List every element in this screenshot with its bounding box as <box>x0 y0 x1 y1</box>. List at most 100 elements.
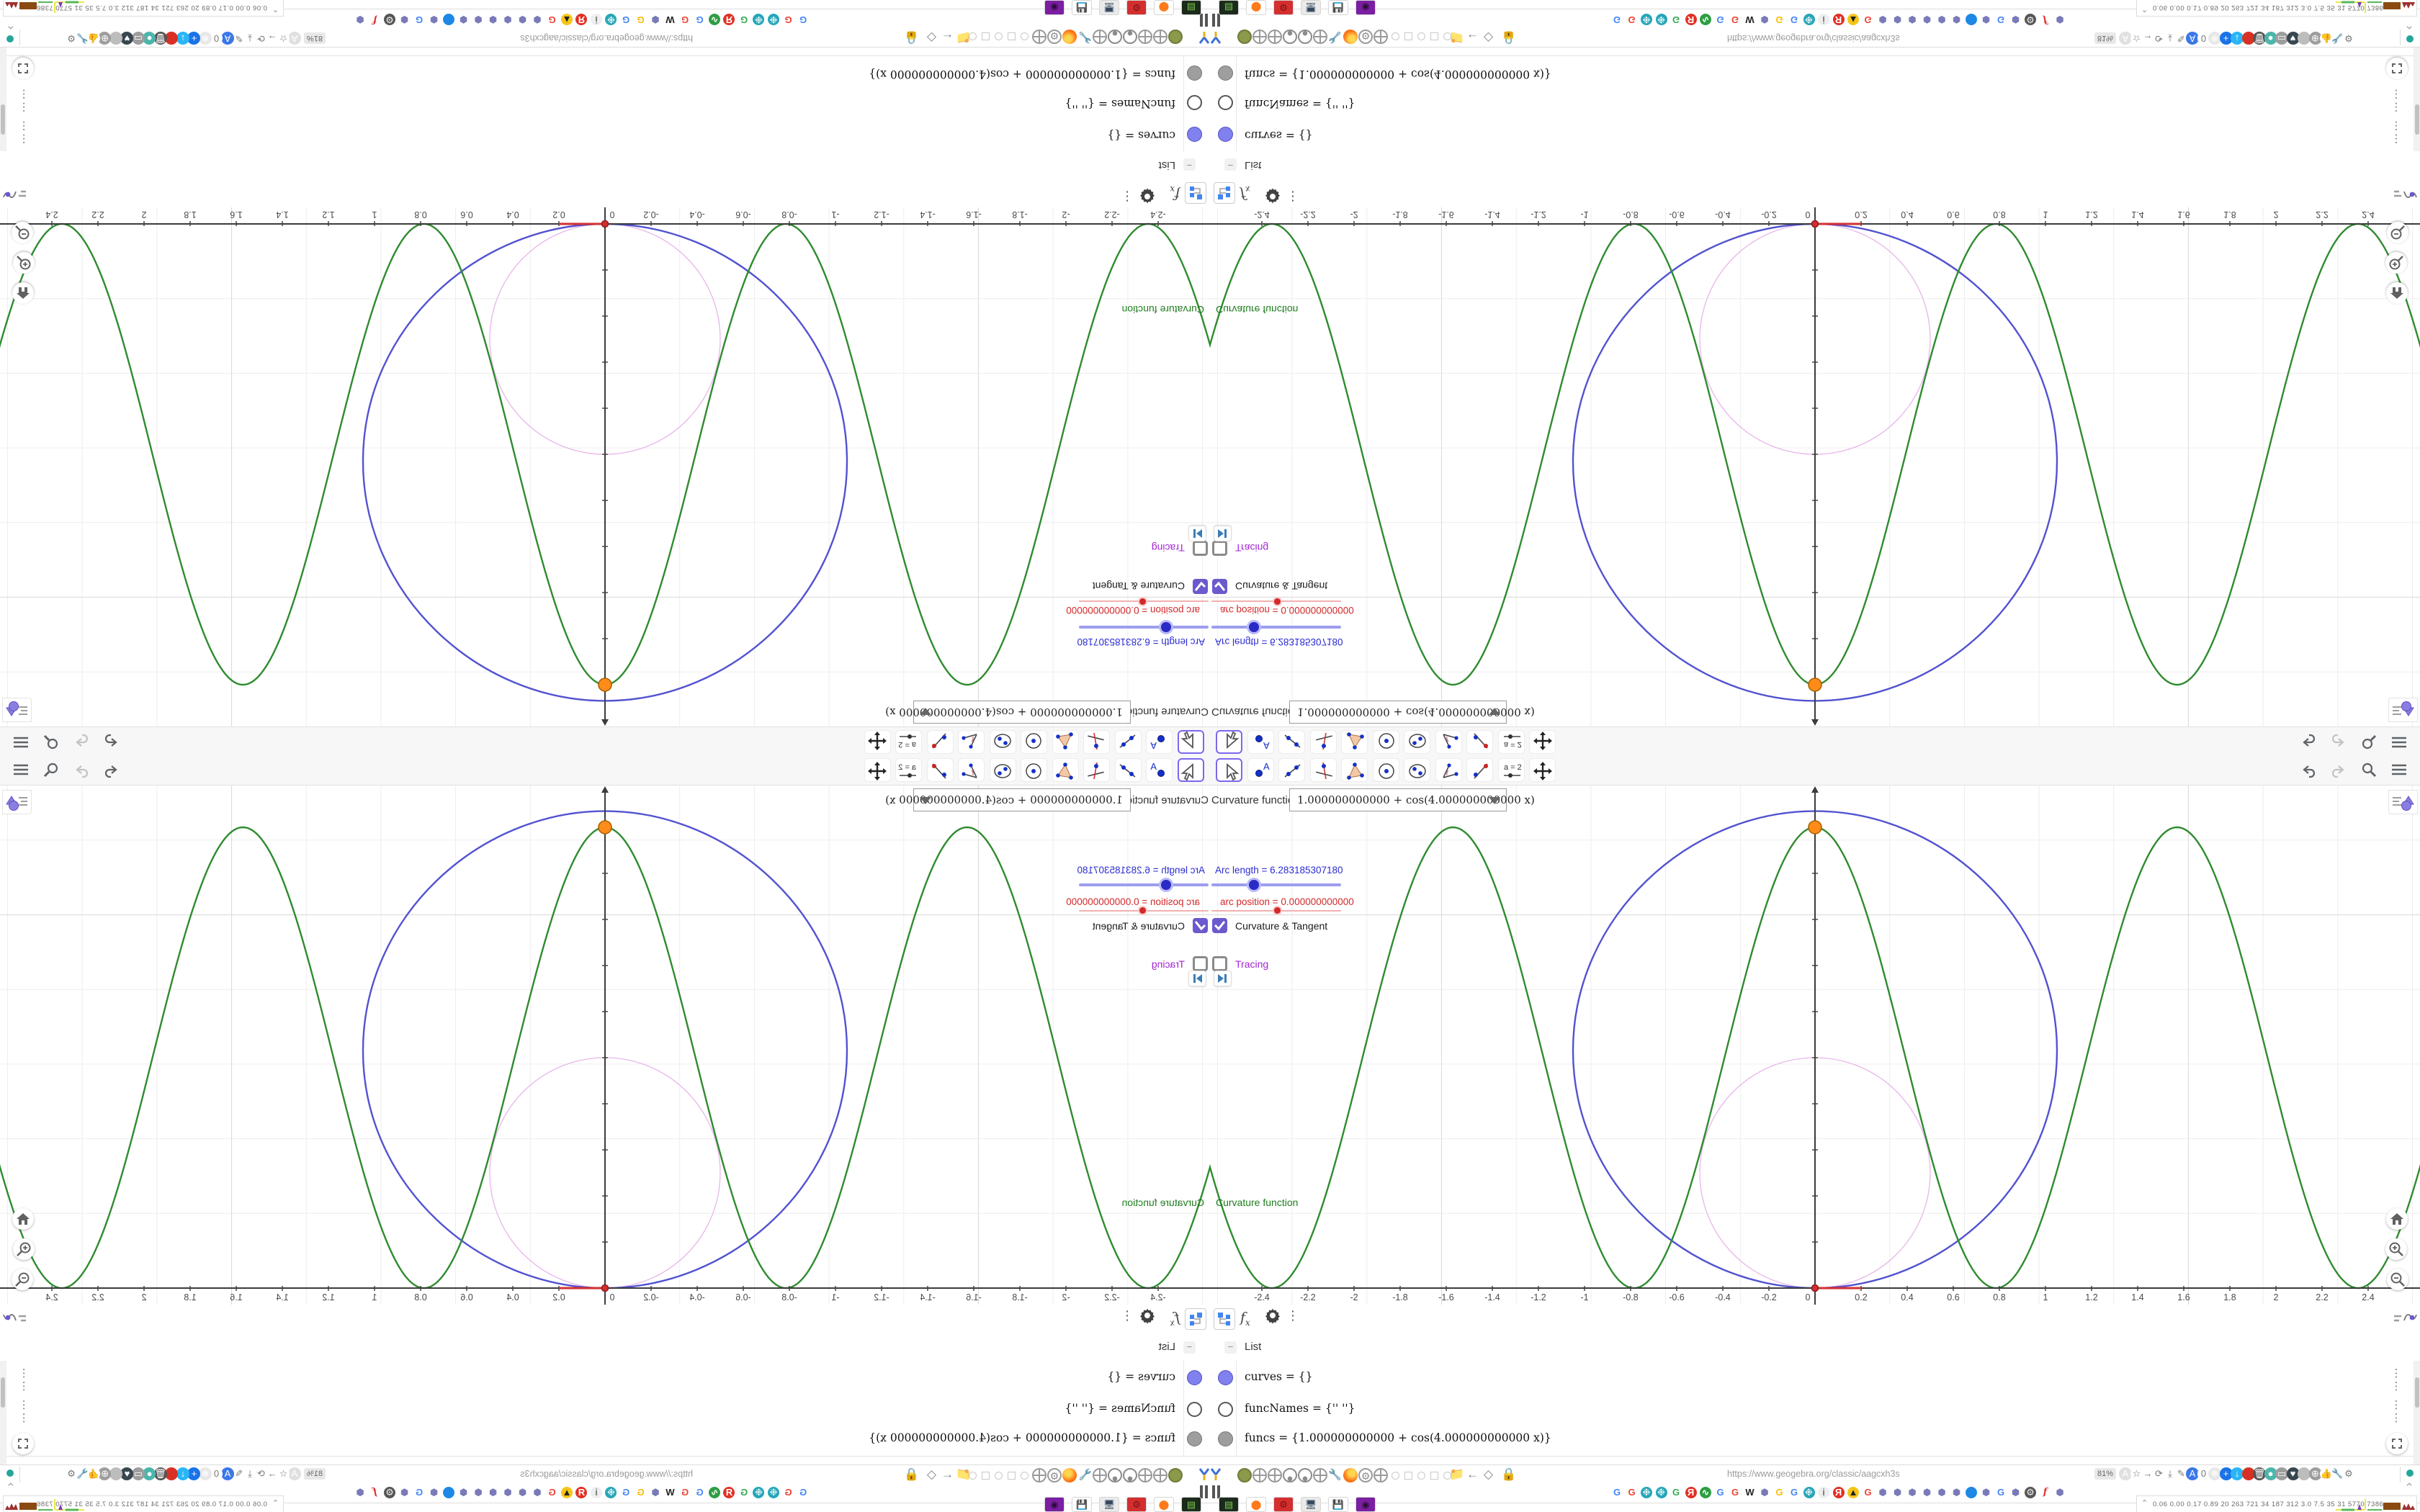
tool-angle[interactable] <box>1435 730 1462 754</box>
favicon-knot-icon[interactable]: ❉ <box>605 14 617 25</box>
favicon-knot-icon[interactable]: ❉ <box>1655 14 1667 25</box>
favicon-poly-icon[interactable]: ⬢ <box>1936 14 1948 25</box>
favicon-g-green-icon[interactable]: G <box>738 1487 750 1498</box>
globe-icon[interactable] <box>1252 30 1267 44</box>
chevron-up-icon[interactable]: ⌃ <box>2404 17 2414 31</box>
algebra-stylebar-icon[interactable] <box>2390 1308 2419 1332</box>
scrollbar-thumb[interactable] <box>2414 1377 2419 1408</box>
ghost-square-icon[interactable] <box>1404 1472 1412 1480</box>
ghost-square-icon[interactable] <box>1430 32 1438 40</box>
curvature-tangent-checkbox[interactable] <box>1193 579 1208 594</box>
favicon-poly-icon[interactable]: ⬢ <box>650 14 661 25</box>
algebra-row-funcs[interactable]: funcs = {1.000000000000 + cos(4.00000000… <box>0 1423 1210 1456</box>
visibility-marble-filled[interactable] <box>1218 127 1233 142</box>
visibility-marble-filled[interactable] <box>1218 1370 1233 1385</box>
favicon-dot-blue-icon[interactable] <box>443 14 454 25</box>
scrollbar-thumb[interactable] <box>1 1377 6 1408</box>
clipboard-icon[interactable]: ▭ <box>132 1467 145 1480</box>
scrollbar-thumb[interactable] <box>1 104 6 135</box>
globe-icon[interactable] <box>1268 30 1282 44</box>
curvature-tangent-checkbox[interactable] <box>1212 579 1227 594</box>
tool-circle-center-point[interactable] <box>1021 730 1048 754</box>
tool-reflect-about-line[interactable] <box>1466 730 1493 754</box>
wrench-icon[interactable]: 🔧 <box>76 32 89 45</box>
zoom-in-button[interactable] <box>2385 252 2407 274</box>
row-kebab-icon[interactable]: ⋮ ⋮ <box>2390 120 2403 145</box>
favicon-photo-icon[interactable]: ▲ <box>1847 14 1859 25</box>
favicon-dot-blue-icon[interactable] <box>443 1487 454 1498</box>
favicon-g-green-icon[interactable]: G <box>738 14 750 25</box>
favicon-gear-dark-icon[interactable]: ⚙ <box>384 14 395 25</box>
favicon-knot-icon[interactable]: ❉ <box>768 14 779 25</box>
favicon-poly-icon[interactable]: ⬢ <box>487 14 499 25</box>
row-kebab-icon[interactable]: ⋮ ⋮ <box>2390 1398 2403 1424</box>
tool-move[interactable] <box>1178 758 1204 782</box>
row-kebab-icon[interactable]: ⋮ ⋮ <box>17 1367 30 1392</box>
favicon-g-yellow-icon[interactable]: G <box>635 1487 647 1498</box>
globe-icon[interactable] <box>1313 30 1327 44</box>
gauge-icon[interactable] <box>1108 30 1122 44</box>
search-icon[interactable] <box>2360 732 2378 751</box>
tree-view-button[interactable] <box>1185 1308 1206 1330</box>
zoom-out-button[interactable] <box>2387 222 2408 243</box>
tool-perpendicular-line[interactable] <box>1083 758 1111 782</box>
favicon-g-red-icon[interactable]: G <box>782 14 794 25</box>
firefox-icon[interactable] <box>1062 1468 1077 1482</box>
taskbar-owl-purple-icon[interactable]: ◉ <box>1044 0 1065 15</box>
favicon-dot-blue-icon[interactable] <box>1966 1487 1977 1498</box>
favicon-poly-icon[interactable]: ⬢ <box>1759 1487 1770 1498</box>
graphics-stylebar-toggle[interactable] <box>2388 790 2418 814</box>
ghost-square-icon[interactable] <box>982 1472 990 1480</box>
favicon-dot-blue-icon[interactable] <box>1966 14 1977 25</box>
globe-color-icon[interactable]: ● <box>143 1467 156 1480</box>
favicon-poly-icon[interactable]: ⬢ <box>1759 14 1770 25</box>
favicon-g-red-icon[interactable]: G <box>1729 14 1741 25</box>
undo-icon[interactable] <box>102 732 120 751</box>
taskbar-floppy64-icon[interactable]: 💾 <box>1072 0 1092 15</box>
zoom-badge[interactable]: 81% <box>303 32 326 44</box>
favicon-yandex-icon[interactable]: Я <box>1832 14 1845 25</box>
arc-length-slider-knob[interactable] <box>1249 622 1259 632</box>
favicon-poly-icon[interactable]: ⬢ <box>502 1487 514 1498</box>
fx-icon[interactable]: fx <box>1240 184 1250 202</box>
thumb-icon[interactable]: 👍 <box>87 32 100 45</box>
row-kebab-icon[interactable]: ⋮ ⋮ <box>2390 1367 2403 1392</box>
favicon-poly-icon[interactable]: ⬢ <box>1921 14 1933 25</box>
collapse-group-button[interactable]: − <box>1183 1341 1196 1354</box>
algebra-stylebar-icon[interactable] <box>1 180 30 204</box>
favicon-g-yellow-icon[interactable]: G <box>635 14 647 25</box>
trash-icon[interactable]: 🗑 <box>154 32 167 45</box>
favicon-poly-icon[interactable]: ⬢ <box>1936 1487 1948 1498</box>
favicon-poly-icon[interactable]: ⬢ <box>1877 1487 1888 1498</box>
ghost-dot-icon[interactable] <box>1417 1472 1425 1480</box>
home-button[interactable] <box>2386 282 2408 304</box>
globe-icon[interactable] <box>1153 30 1168 44</box>
favicon-g-green-icon[interactable]: G <box>1670 1487 1682 1498</box>
lock-icon[interactable]: 🔒 <box>1501 1467 1516 1482</box>
algebra-scrollbar[interactable] <box>0 1361 6 1464</box>
graphics-stylebar-toggle[interactable] <box>2388 698 2418 722</box>
down-cyan-icon[interactable]: ↓ <box>176 1467 189 1480</box>
menu-hamburger-icon[interactable] <box>12 732 30 751</box>
fx-icon[interactable]: fx <box>1240 1310 1250 1328</box>
redo-icon[interactable] <box>73 732 91 751</box>
favicon-wiki-icon[interactable]: W <box>664 14 676 25</box>
translate-icon[interactable]: A <box>288 1467 301 1480</box>
gauge-icon[interactable] <box>1298 1468 1312 1482</box>
curvature-tangent-checkbox[interactable] <box>1193 918 1208 933</box>
favicon-g-red-icon[interactable]: G <box>1626 1487 1638 1498</box>
menu-hamburger-icon[interactable] <box>12 761 30 780</box>
globe-icon[interactable] <box>1093 30 1107 44</box>
tool-angle[interactable] <box>958 730 985 754</box>
arc-position-slider-knob[interactable] <box>1139 598 1146 605</box>
favicon-g-yellow-icon[interactable]: G <box>1773 14 1785 25</box>
favicon-g-blue-icon[interactable]: G <box>694 14 706 25</box>
favicon-poly-icon[interactable]: ⬢ <box>1921 1487 1933 1498</box>
gear-icon[interactable] <box>1138 183 1157 205</box>
algebra-stylebar-icon[interactable] <box>1 1308 30 1332</box>
favicon-g-blue-icon[interactable]: G <box>797 14 809 25</box>
menu-hamburger-icon[interactable] <box>2390 761 2408 780</box>
download-icon[interactable]: ⤓ <box>243 32 256 45</box>
folder-icon[interactable]: 📁 <box>1449 1467 1464 1482</box>
favicon-g-blue-icon[interactable]: G <box>413 14 425 25</box>
